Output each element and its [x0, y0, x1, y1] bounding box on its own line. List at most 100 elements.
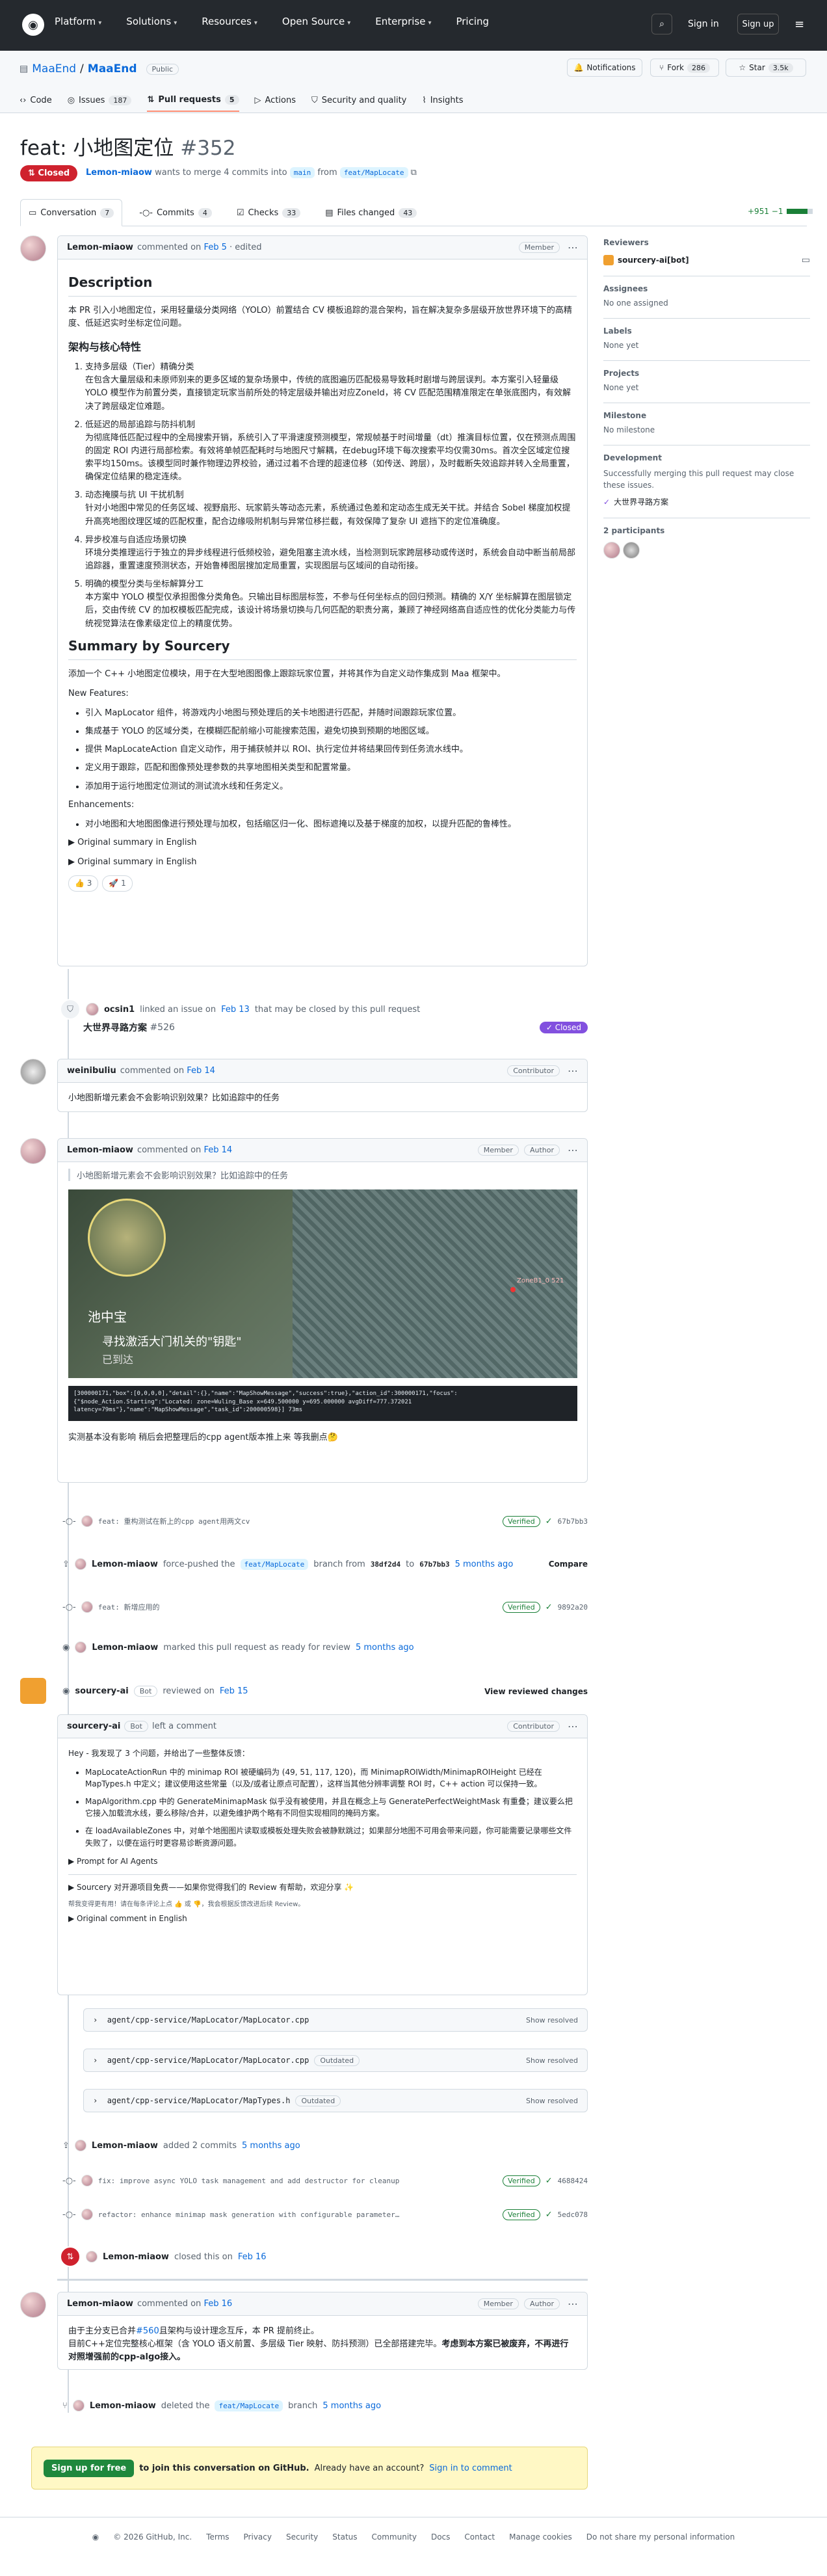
event-user[interactable]: Lemon-miaow	[92, 2141, 158, 2151]
comment-date[interactable]: Feb 14	[203, 1145, 232, 1155]
event-user[interactable]: Lemon-miaow	[92, 1560, 158, 1569]
reviewer-row[interactable]: sourcery-ai[bot] ▭	[603, 255, 810, 265]
avatar[interactable]	[86, 1003, 99, 1016]
tab-insights[interactable]: ⌇ Insights	[422, 88, 463, 112]
commit-sha[interactable]: 38df2d4	[371, 1560, 400, 1569]
avatar[interactable]	[81, 2175, 93, 2186]
comment-author[interactable]: sourcery-ai	[67, 1721, 120, 1731]
github-logo-icon[interactable]: ◉	[22, 14, 44, 36]
sign-up-free-button[interactable]: Sign up for free	[44, 2459, 135, 2477]
view-reviewed-changes-button[interactable]: View reviewed changes	[484, 1687, 588, 1696]
repo-name-link[interactable]: MaaEnd	[88, 62, 137, 75]
resolved-thread[interactable]: › agent/cpp-service/MapLocator/MapLocato…	[83, 2049, 588, 2072]
avatar[interactable]	[20, 2292, 46, 2318]
comment-author[interactable]: Lemon-miaow	[67, 1145, 133, 1155]
avatar[interactable]	[81, 2209, 93, 2220]
avatar[interactable]	[74, 2140, 86, 2151]
comment-author[interactable]: Lemon-miaow	[67, 243, 133, 252]
edited-menu[interactable]: · edited	[230, 243, 261, 252]
tab-conversation[interactable]: ▭ Conversation 7	[20, 199, 123, 226]
verified-badge[interactable]: Verified	[503, 1601, 540, 1613]
avatar[interactable]	[20, 1138, 46, 1164]
commit-sha[interactable]: 67b7bb3	[558, 1517, 588, 1526]
kebab-icon[interactable]: ⋯	[568, 1065, 578, 1077]
footer-link-status[interactable]: Status	[332, 2532, 357, 2542]
footer-link-security[interactable]: Security	[286, 2532, 318, 2542]
kebab-icon[interactable]: ⋯	[568, 1144, 578, 1156]
commit-sha[interactable]: 4688424	[558, 2177, 588, 2185]
sign-in-link[interactable]: Sign in	[688, 19, 719, 29]
details-toggle[interactable]: ▶ Prompt for AI Agents	[68, 1855, 577, 1868]
details-toggle[interactable]: ▶ Original summary in English	[68, 836, 577, 849]
pr-link[interactable]: #560	[136, 2326, 159, 2336]
avatar[interactable]	[72, 2400, 85, 2411]
footer-link-docs[interactable]: Docs	[431, 2532, 450, 2542]
branch-label[interactable]: feat/MapLocate	[215, 2400, 283, 2411]
event-user[interactable]: Lemon-miaow	[90, 2401, 156, 2411]
avatar[interactable]	[74, 1558, 86, 1570]
avatar[interactable]	[86, 2251, 98, 2263]
footer-link-do-not-share[interactable]: Do not share my personal information	[586, 2532, 735, 2542]
footer-link-privacy[interactable]: Privacy	[244, 2532, 272, 2542]
menu-icon[interactable]: ≡	[794, 18, 804, 31]
participant-avatar[interactable]	[623, 542, 640, 559]
fork-button[interactable]: ⑂ Fork 286	[650, 59, 719, 77]
tab-checks[interactable]: ☑ Checks 33	[229, 199, 308, 226]
linked-issue-card[interactable]: 大世界寻路方案 #526 ✓ Closed	[83, 1021, 588, 1034]
avatar[interactable]	[20, 1059, 46, 1085]
compare-button[interactable]: Compare	[549, 1560, 588, 1569]
base-branch[interactable]: main	[289, 167, 315, 178]
issue-title[interactable]: 大世界寻路方案	[83, 1021, 147, 1034]
reaction-thumbs-up[interactable]: 👍 3	[68, 875, 99, 892]
commit-message[interactable]: feat: 新增应用的	[98, 1602, 160, 1612]
event-date[interactable]: 5 months ago	[322, 2401, 381, 2411]
verified-badge[interactable]: Verified	[503, 1515, 540, 1527]
footer-link-terms[interactable]: Terms	[206, 2532, 229, 2542]
tab-security[interactable]: ⛉ Security and quality	[311, 88, 406, 112]
reaction-rocket[interactable]: 🚀 1	[102, 875, 133, 892]
event-user[interactable]: Lemon-miaow	[103, 2252, 169, 2262]
event-user[interactable]: ocsin1	[104, 1005, 135, 1015]
verified-badge[interactable]: Verified	[503, 2209, 540, 2220]
tab-pull-requests[interactable]: ⇅ Pull requests 5	[147, 88, 239, 112]
event-date[interactable]: Feb 16	[238, 2252, 267, 2262]
tab-commits[interactable]: -○- Commits 4	[131, 199, 220, 226]
comment-date[interactable]: Feb 5	[203, 243, 226, 252]
tab-files-changed[interactable]: ▤ Files changed 43	[317, 199, 425, 226]
tab-code[interactable]: ‹› Code	[20, 88, 52, 112]
head-branch[interactable]: feat/MapLocate	[339, 167, 408, 178]
event-date[interactable]: 5 months ago	[455, 1560, 514, 1569]
kebab-icon[interactable]: ⋯	[568, 2298, 578, 2310]
event-date[interactable]: Feb 13	[221, 1005, 250, 1015]
repo-owner-link[interactable]: MaaEnd	[32, 62, 76, 75]
search-icon[interactable]: ⌕	[651, 14, 672, 34]
participant-avatar[interactable]	[603, 542, 620, 559]
sign-in-to-comment-link[interactable]: Sign in to comment	[429, 2463, 512, 2473]
copy-icon[interactable]: ⧉	[411, 168, 417, 178]
linked-issue[interactable]: ✓ 大世界寻路方案	[603, 496, 810, 507]
footer-link-community[interactable]: Community	[372, 2532, 417, 2542]
tab-issues[interactable]: ◎ Issues 187	[68, 88, 132, 112]
avatar[interactable]	[81, 1601, 93, 1613]
nav-enterprise[interactable]: Enterprise ▾	[375, 16, 431, 27]
nav-solutions[interactable]: Solutions ▾	[126, 16, 177, 27]
kebab-icon[interactable]: ⋯	[568, 1720, 578, 1733]
branch-label[interactable]: feat/MapLocate	[240, 1558, 309, 1570]
tab-actions[interactable]: ▷ Actions	[255, 88, 296, 112]
comment-date[interactable]: Feb 14	[187, 1066, 215, 1076]
nav-open-source[interactable]: Open Source ▾	[282, 16, 350, 27]
show-resolved-button[interactable]: Show resolved	[526, 2056, 578, 2065]
event-date[interactable]: 5 months ago	[242, 2141, 300, 2151]
nav-resources[interactable]: Resources ▾	[202, 16, 257, 27]
comment-author[interactable]: Lemon-miaow	[67, 2299, 133, 2309]
commit-message[interactable]: fix: improve async YOLO task management …	[98, 2177, 400, 2185]
resolved-thread[interactable]: › agent/cpp-service/MapLocator/MapLocato…	[83, 2008, 588, 2032]
footer-link-cookies[interactable]: Manage cookies	[509, 2532, 572, 2542]
details-toggle[interactable]: ▶ Original summary in English	[68, 856, 577, 869]
sign-up-button[interactable]: Sign up	[737, 14, 779, 34]
nav-platform[interactable]: Platform ▾	[55, 16, 101, 27]
commit-message[interactable]: refactor: enhance minimap mask generatio…	[98, 2211, 400, 2219]
commit-sha[interactable]: 9892a20	[558, 1603, 588, 1612]
show-resolved-button[interactable]: Show resolved	[526, 2097, 578, 2105]
comment-date[interactable]: Feb 16	[203, 2299, 232, 2309]
